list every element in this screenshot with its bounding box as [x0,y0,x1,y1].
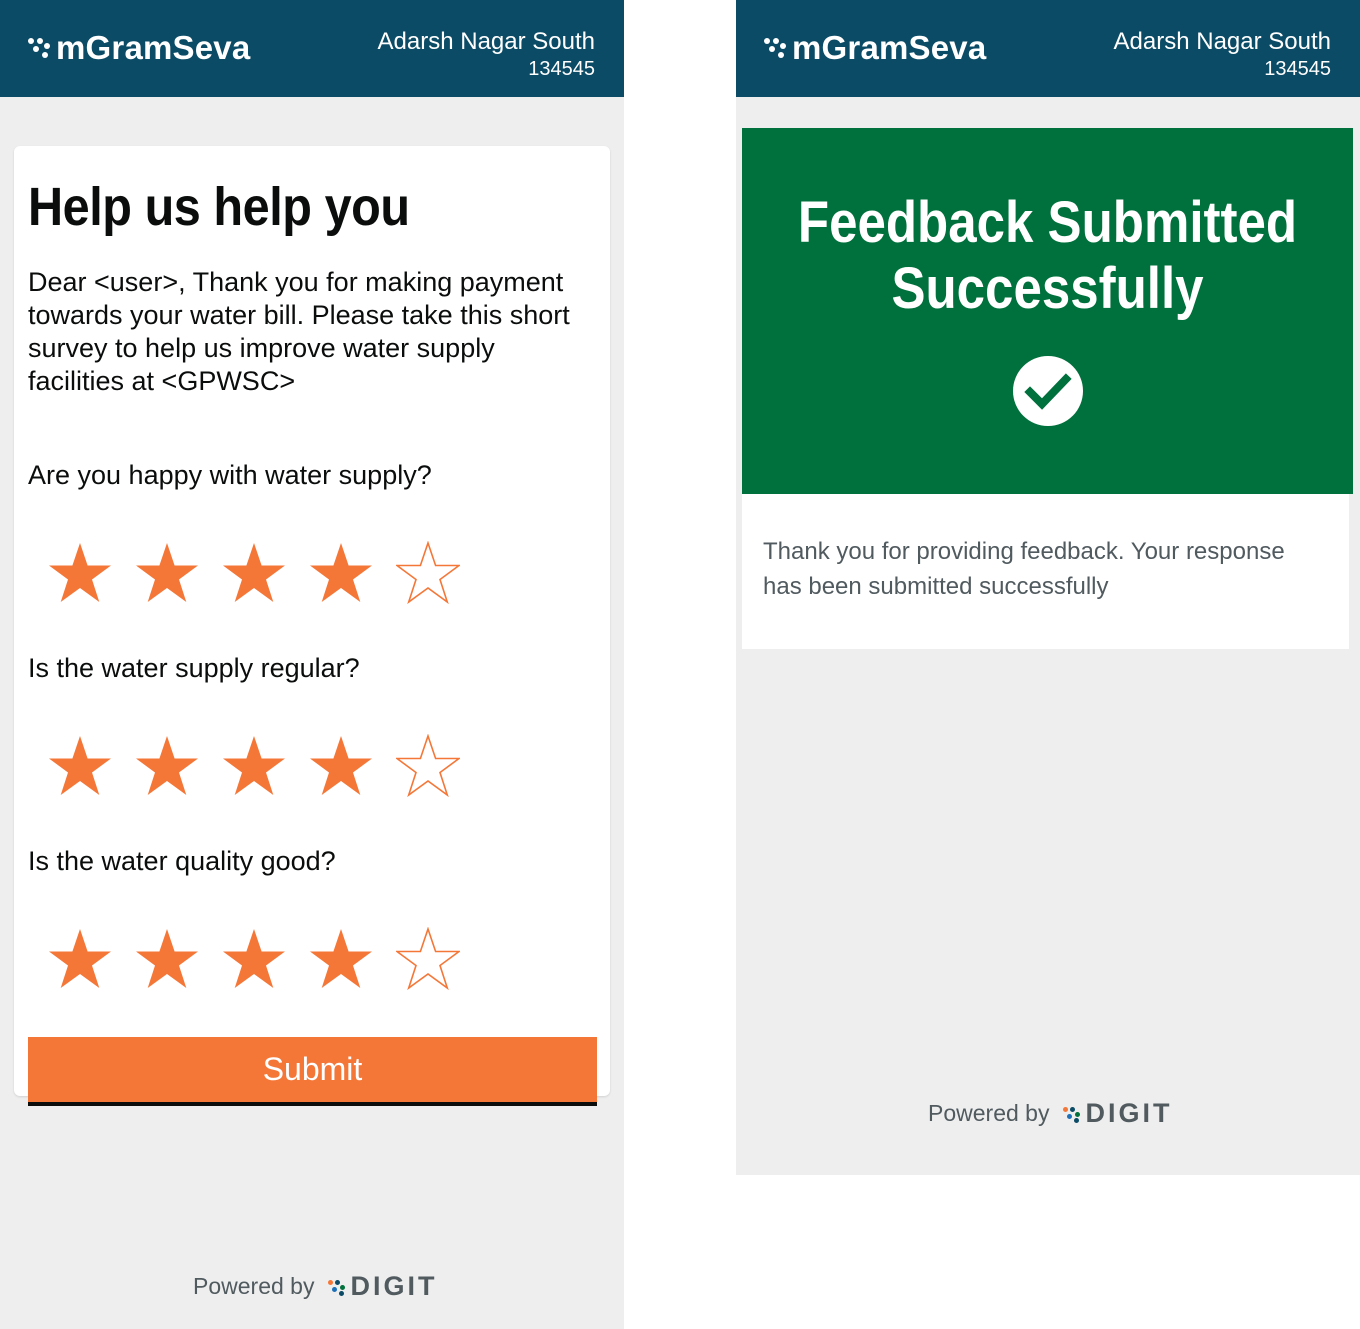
star-filled-icon[interactable] [309,927,373,991]
app-name: mGramSeva [792,29,987,66]
star-filled-icon[interactable] [222,927,286,991]
success-title-line-2: Successfully [891,256,1204,321]
digit-brand: DIGIT [1085,1098,1173,1128]
app-name: mGramSeva [56,29,251,66]
digit-dots-icon [1063,1105,1081,1123]
success-message: Thank you for providing feedback. Your r… [763,538,1285,600]
star-filled-icon[interactable] [135,541,199,605]
success-title-line-1: Feedback Submitted [797,190,1298,255]
rating-stars [48,734,483,798]
mgramseva-dots-icon [28,35,50,61]
powered-by-footer: Powered by DIGIT [193,1271,437,1302]
app-brand[interactable]: mGramSeva [28,28,250,68]
location-name: Adarsh Nagar South [377,28,595,55]
app-header: mGramSeva Adarsh Nagar South 134545 [0,0,624,97]
rating-stars [48,927,483,991]
app-brand[interactable]: mGramSeva [764,28,986,68]
location-info: Adarsh Nagar South 134545 [378,28,595,82]
star-filled-icon[interactable] [222,541,286,605]
star-filled-icon[interactable] [222,734,286,798]
star-filled-icon[interactable] [135,734,199,798]
success-title: Feedback Submitted Successfully [779,190,1317,322]
powered-by-footer: Powered by DIGIT [928,1098,1172,1129]
feedback-success-screen: mGramSeva Adarsh Nagar South 134545 Feed… [736,0,1360,1175]
location-code: 134545 [528,58,595,80]
star-filled-icon[interactable] [48,927,112,991]
powered-by-label: Powered by [928,1100,1050,1126]
digit-brand: DIGIT [350,1271,438,1301]
star-outline-icon[interactable] [396,541,460,605]
check-circle-icon [1013,356,1083,426]
star-filled-icon[interactable] [48,541,112,605]
question-label: Are you happy with water supply? [28,460,432,490]
question-label: Is the water supply regular? [28,653,360,683]
star-filled-icon[interactable] [309,734,373,798]
survey-title: Help us help you [28,177,410,237]
success-message-panel: Thank you for providing feedback. Your r… [742,494,1349,649]
star-outline-icon[interactable] [396,734,460,798]
powered-by-label: Powered by [193,1273,315,1299]
star-outline-icon[interactable] [396,927,460,991]
question-label: Is the water quality good? [28,846,336,876]
digit-dots-icon [328,1278,346,1296]
submit-button[interactable]: Submit [28,1037,597,1106]
star-filled-icon[interactable] [135,927,199,991]
star-filled-icon[interactable] [48,734,112,798]
survey-card: Help us help you Dear <user>, Thank you … [14,146,610,1106]
app-header: mGramSeva Adarsh Nagar South 134545 [736,0,1360,97]
feedback-survey-screen: mGramSeva Adarsh Nagar South 134545 Help… [0,0,624,1329]
survey-intro: Dear <user>, Thank you for making paymen… [28,267,570,396]
star-filled-icon[interactable] [309,541,373,605]
success-banner: Feedback Submitted Successfully [742,128,1353,494]
location-name: Adarsh Nagar South [1113,28,1331,55]
location-info: Adarsh Nagar South 134545 [1114,28,1331,82]
location-code: 134545 [1264,58,1331,80]
rating-stars [48,541,483,605]
mgramseva-dots-icon [764,35,786,61]
